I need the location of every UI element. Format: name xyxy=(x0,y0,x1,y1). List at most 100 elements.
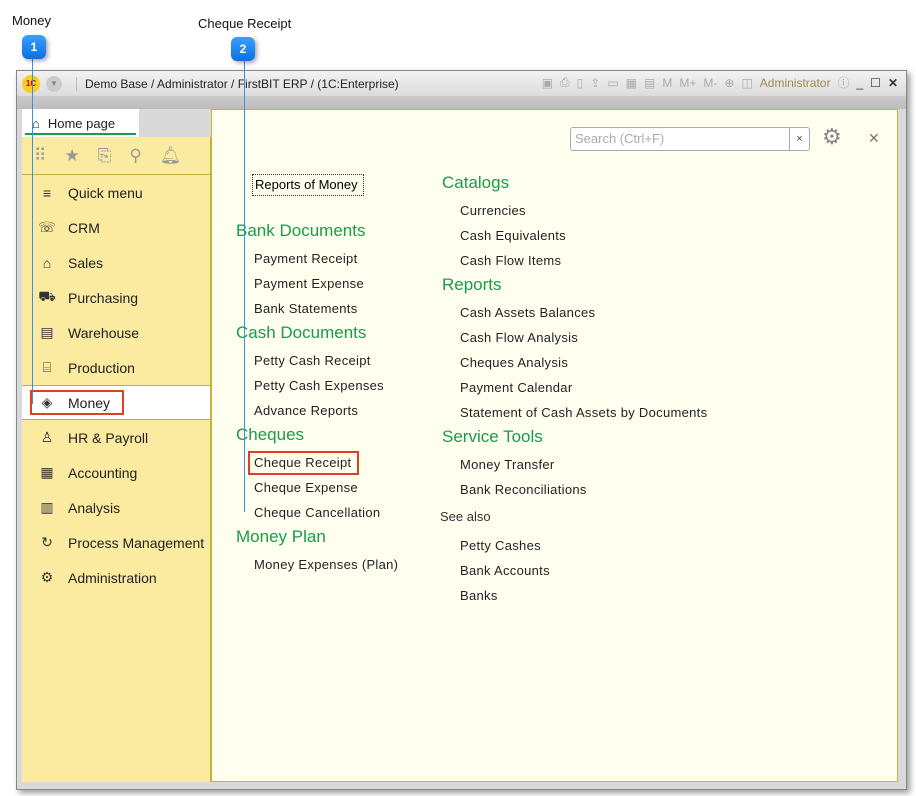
accounting-icon: ▦ xyxy=(38,464,56,481)
production-icon: ⌸ xyxy=(38,359,56,376)
upload-icon[interactable]: ⇪ xyxy=(590,76,600,90)
user-button[interactable]: Administrator xyxy=(760,76,831,90)
link-petty-cash-expenses[interactable]: Petty Cash Expenses xyxy=(236,373,398,398)
scanner-icon[interactable]: ▭ xyxy=(607,76,618,90)
link-money-expenses-plan[interactable]: Money Expenses (Plan) xyxy=(236,552,398,577)
link-cash-flow-analysis[interactable]: Cash Flow Analysis xyxy=(442,325,707,350)
link-banks[interactable]: Banks xyxy=(442,583,707,608)
callout-badge-1: 1 xyxy=(22,35,46,59)
settings-gear-icon[interactable]: ⚙ xyxy=(822,124,842,150)
sidebar-item-label: Accounting xyxy=(68,465,137,481)
search-input[interactable]: Search (Ctrl+F) × xyxy=(570,127,810,151)
link-cash-flow-items[interactable]: Cash Flow Items xyxy=(442,248,707,273)
sidebar-item-label: Production xyxy=(68,360,135,376)
link-cheques-analysis[interactable]: Cheques Analysis xyxy=(442,350,707,375)
sidebar-item-sales[interactable]: ⌂Sales xyxy=(22,245,210,280)
link-bank-statements[interactable]: Bank Statements xyxy=(236,296,398,321)
sidebar-item-label: Money xyxy=(68,395,110,411)
title-bar: 1C ▼ Demo Base / Administrator / FirstBI… xyxy=(17,71,906,96)
sidebar-item-production[interactable]: ⌸ Production xyxy=(22,350,210,385)
maximize-button[interactable]: ☐ xyxy=(870,76,881,90)
sidebar: ⠿ ★ ⎘ ⚲ 🔔︎ ≡Quick menu☏CRM⌂Sales ⛟ Purchas… xyxy=(22,137,211,782)
link-cash-assets-balances[interactable]: Cash Assets Balances xyxy=(442,300,707,325)
link-advance-reports[interactable]: Advance Reports xyxy=(236,398,398,423)
calendar-icon[interactable]: ▤ xyxy=(644,76,655,90)
sidebar-item-label: Sales xyxy=(68,255,103,271)
close-panel-icon[interactable]: ✕ xyxy=(868,130,880,147)
save-icon[interactable]: ▣ xyxy=(542,76,553,90)
search-placeholder: Search (Ctrl+F) xyxy=(575,131,664,146)
tab-label: Home page xyxy=(48,116,115,131)
link-cheque-cancellation[interactable]: Cheque Cancellation xyxy=(236,500,398,525)
sidebar-item-process-management[interactable]: ↻ Process Management xyxy=(22,525,210,560)
sidebar-item-warehouse[interactable]: ▤ Warehouse xyxy=(22,315,210,350)
link-payment-calendar[interactable]: Payment Calendar xyxy=(442,375,707,400)
sidebar-item-hr-payroll[interactable]: ♙ HR & Payroll xyxy=(22,420,210,455)
sidebar-item-accounting[interactable]: ▦ Accounting xyxy=(22,455,210,490)
favorites-icon[interactable]: ★ xyxy=(64,146,79,166)
history-icon[interactable]: ⎘ xyxy=(98,146,112,166)
link-cheque-expense[interactable]: Cheque Expense xyxy=(236,475,398,500)
sidebar-item-label: HR & Payroll xyxy=(68,430,148,446)
sidebar-item-administration[interactable]: ⚙Administration xyxy=(22,560,210,595)
main-menu-button[interactable]: ▼ xyxy=(46,76,62,92)
sidebar-item-quick-menu[interactable]: ≡Quick menu xyxy=(22,175,210,210)
section-heading-service-tools: Service Tools xyxy=(442,427,707,452)
link-petty-cashes[interactable]: Petty Cashes xyxy=(442,533,707,558)
link-statement-of-cash-assets-by-documents[interactable]: Statement of Cash Assets by Documents xyxy=(442,400,707,425)
memory-minus-button[interactable]: M- xyxy=(703,76,717,90)
reports-of-money-link[interactable]: Reports of Money xyxy=(252,174,364,196)
link-payment-expense[interactable]: Payment Expense xyxy=(236,271,398,296)
home-icon: ⌂ xyxy=(32,116,40,131)
callout-line-2 xyxy=(244,60,245,512)
process-management-icon: ↻ xyxy=(38,534,56,551)
money-icon: ◈ xyxy=(38,394,56,411)
sidebar-item-label: Analysis xyxy=(68,500,120,516)
info-icon[interactable]: ⓘ xyxy=(837,74,849,91)
all-functions-icon[interactable]: ⠿ xyxy=(34,146,46,166)
panels-icon[interactable]: ◫ xyxy=(741,76,752,90)
link-money-transfer[interactable]: Money Transfer xyxy=(442,452,707,477)
sidebar-item-analysis[interactable]: ▥Analysis xyxy=(22,490,210,525)
section-heading-catalogs: Catalogs xyxy=(442,173,707,198)
link-payment-receipt[interactable]: Payment Receipt xyxy=(236,246,398,271)
link-cheque-receipt[interactable]: Cheque Receipt xyxy=(236,450,398,475)
zoom-icon[interactable]: ⊕ xyxy=(724,76,734,90)
section-heading-cheques: Cheques xyxy=(236,425,398,450)
quick-menu-icon: ≡ xyxy=(38,185,56,201)
sidebar-item-label: Administration xyxy=(68,570,157,586)
see-also-heading: See also xyxy=(440,504,707,529)
sidebar-item-money[interactable]: ◈ Money xyxy=(22,385,210,420)
close-window-button[interactable]: ✕ xyxy=(888,76,898,90)
search-icon[interactable]: ⚲ xyxy=(129,146,141,166)
link-bank-accounts[interactable]: Bank Accounts xyxy=(442,558,707,583)
section-heading-money-plan: Money Plan xyxy=(236,527,398,552)
search-clear-button[interactable]: × xyxy=(789,128,809,150)
memory-button[interactable]: M xyxy=(662,76,672,90)
minimize-button[interactable]: _ xyxy=(856,76,863,90)
sidebar-item-label: CRM xyxy=(68,220,100,236)
toolbar-band xyxy=(17,96,906,109)
callout-badge-2: 2 xyxy=(231,37,255,61)
preview-icon[interactable]: ▯ xyxy=(577,76,584,90)
link-cash-equivalents[interactable]: Cash Equivalents xyxy=(442,223,707,248)
sidebar-item-label: Purchasing xyxy=(68,290,138,306)
sidebar-item-label: Warehouse xyxy=(68,325,139,341)
purchasing-icon: ⛟ xyxy=(38,288,56,307)
section-heading-bank-documents: Bank Documents xyxy=(236,221,398,246)
callout-label-money: Money xyxy=(12,13,51,28)
sidebar-item-crm[interactable]: ☏CRM xyxy=(22,210,210,245)
window-title: Demo Base / Administrator / FirstBIT ERP… xyxy=(76,77,399,91)
link-currencies[interactable]: Currencies xyxy=(442,198,707,223)
sidebar-item-purchasing[interactable]: ⛟ Purchasing xyxy=(22,280,210,315)
calculator-icon[interactable]: ▦ xyxy=(626,76,637,90)
hr-payroll-icon: ♙ xyxy=(38,429,56,446)
sidebar-item-label: Process Management xyxy=(68,535,204,551)
tab-home-page[interactable]: ⌂ Home page xyxy=(22,109,139,137)
memory-plus-button[interactable]: M+ xyxy=(679,76,696,90)
warehouse-icon: ▤ xyxy=(38,324,56,341)
link-bank-reconciliations[interactable]: Bank Reconciliations xyxy=(442,477,707,502)
link-petty-cash-receipt[interactable]: Petty Cash Receipt xyxy=(236,348,398,373)
notifications-icon[interactable]: 🔔︎ xyxy=(160,146,182,166)
print-icon[interactable]: ⎙ xyxy=(560,75,570,90)
